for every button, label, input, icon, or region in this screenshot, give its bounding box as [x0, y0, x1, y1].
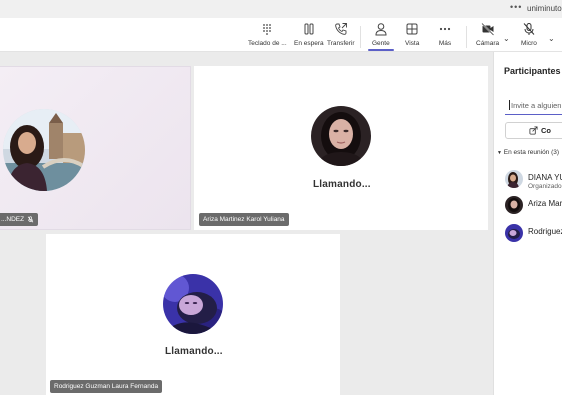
camera-button[interactable]: Cámara: [476, 22, 499, 50]
mic-off-icon: [523, 23, 535, 35]
more-icon: [439, 27, 451, 31]
people-icon: [375, 23, 387, 36]
people-button[interactable]: Gente: [372, 22, 390, 50]
dialpad-button[interactable]: Teclado de ...: [248, 22, 287, 50]
view-button[interactable]: Vista: [405, 22, 419, 50]
browser-domain: uniminuto.e: [527, 4, 562, 13]
participant-name: ...NDEZ: [1, 216, 25, 223]
participant-role: Organizado: [528, 183, 562, 190]
mic-off-icon: [27, 216, 34, 223]
camera-options-chevron-icon[interactable]: ⌄: [503, 34, 510, 43]
more-label: Más: [438, 40, 452, 47]
avatar: [3, 109, 85, 191]
participants-panel: Participantes Invite a alguien Co ▼ En e…: [493, 52, 562, 395]
participant-name-tag: Rodriguez Guzman Laura Fernanda: [50, 380, 163, 393]
participant-name-tag: ...NDEZ: [0, 213, 39, 226]
more-button[interactable]: Más: [438, 22, 452, 50]
camera-label: Cámara: [476, 40, 500, 47]
transfer-button[interactable]: Transferir: [327, 22, 355, 50]
invite-placeholder: Invite a alguien: [511, 101, 562, 110]
invite-input[interactable]: Invite a alguien: [505, 95, 562, 115]
camera-off-icon: [480, 22, 494, 36]
participant-name-tag: Ariza Martinez Karol Yuliana: [199, 213, 289, 226]
avatar: [505, 224, 523, 242]
share-icon: [529, 126, 538, 135]
caret-down-icon: ▼: [497, 150, 502, 156]
dialpad-icon: [263, 24, 272, 35]
call-status: Llamando...: [313, 179, 371, 190]
panel-title: Participantes: [504, 66, 561, 76]
avatar: [163, 274, 223, 334]
toolbar-divider: [360, 26, 361, 48]
avatar: [505, 196, 523, 214]
transfer-call-icon: [334, 23, 347, 35]
browser-top-strip: ••• uniminuto.e: [0, 0, 562, 18]
toolbar-divider: [466, 26, 467, 48]
participant-name: Rodriguez Guzman Laura Fernanda: [54, 383, 159, 390]
view-label: Vista: [405, 40, 420, 47]
people-label: Gente: [372, 40, 390, 47]
hold-button[interactable]: En espera: [294, 22, 324, 50]
mic-label: Micro: [521, 40, 537, 47]
mic-options-chevron-icon[interactable]: ⌄: [548, 34, 555, 43]
participant-name: Rodriguez: [528, 227, 562, 236]
participant-name: Ariza Martinez Karol Yuliana: [203, 216, 285, 223]
section-label: En esta reunión (3): [503, 149, 560, 156]
participant-tile[interactable]: ...NDEZ: [0, 66, 191, 230]
avatar: [505, 170, 523, 188]
participant-tile[interactable]: Llamando... Ariza Martinez Karol Yuliana: [194, 66, 488, 230]
avatar: [311, 106, 371, 166]
transfer-label: Transferir: [327, 40, 355, 47]
in-meeting-section-header[interactable]: ▼ En esta reunión (3): [497, 149, 559, 156]
view-grid-icon: [406, 23, 418, 35]
participant-tile[interactable]: Llamando... Rodriguez Guzman Laura Ferna…: [46, 234, 340, 395]
participant-name: DIANA YU: [528, 173, 562, 182]
browser-menu-icon[interactable]: •••: [510, 2, 522, 12]
pause-icon: [304, 23, 314, 35]
share-label: Co: [541, 126, 551, 135]
share-invite-button[interactable]: Co: [505, 122, 562, 139]
text-caret: [509, 100, 510, 110]
dialpad-label: Teclado de ...: [248, 40, 287, 47]
participant-name: Ariza Mar: [528, 199, 562, 208]
mic-button[interactable]: Micro: [521, 22, 537, 50]
people-active-indicator: [368, 49, 394, 51]
meeting-toolbar: Teclado de ... En espera Transferir Gent…: [0, 18, 562, 52]
call-status: Llamando...: [165, 346, 223, 357]
hold-label: En espera: [294, 40, 324, 47]
